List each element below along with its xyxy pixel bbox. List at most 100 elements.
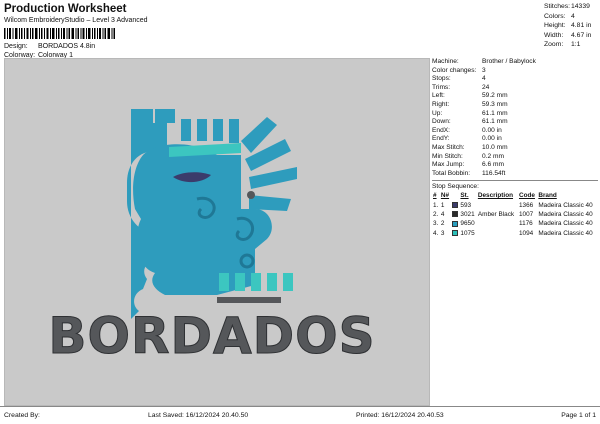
info-up: Up: 61.1 mm: [432, 110, 598, 119]
col-code: Code: [518, 192, 535, 200]
info-label: Stops:: [432, 75, 451, 83]
cell-stitches: 3021: [460, 210, 475, 218]
tooth-3: [251, 273, 261, 291]
chin-bar: [217, 297, 281, 303]
page-number: Page 1 of 1: [561, 412, 596, 419]
info-value: 61.1 mm: [482, 109, 508, 117]
feather-3: [213, 119, 223, 141]
feather-8: [249, 195, 291, 211]
last-saved: Last Saved: 16/12/2024 20.40.50: [148, 412, 249, 419]
cell-description: Amber Black: [477, 210, 515, 218]
cell-num: 3.: [433, 220, 439, 228]
col-swatch: [451, 191, 460, 200]
cell-description: [477, 228, 518, 237]
info-label: Min Stitch:: [432, 152, 463, 160]
machine-info-panel: Machine: Brother / Babylock Color changes…: [432, 58, 598, 238]
info-color-changes: Color changes: 3: [432, 67, 598, 76]
info-label: Max Stitch:: [432, 143, 465, 151]
info-value: 59.2 mm: [482, 92, 508, 100]
info-label: Machine:: [432, 58, 459, 65]
cell-code: 1094: [518, 229, 534, 237]
cell-needle: 4: [440, 210, 445, 218]
info-label: Max Jump:: [432, 161, 465, 169]
design-row: Design: BORDADOS 4.8in: [4, 43, 95, 50]
divider: [432, 180, 598, 182]
stat-value: 4: [571, 12, 575, 20]
info-label: Trims:: [432, 83, 451, 91]
cell-brand: Madeira Classic 40: [538, 201, 593, 209]
info-machine: Machine: Brother / Babylock: [432, 58, 598, 67]
info-total-bobbin: Total Bobbin: 116.54ft: [432, 170, 598, 179]
info-value: 24: [482, 83, 490, 91]
tooth-5: [283, 273, 293, 291]
info-label: Color changes:: [432, 66, 477, 74]
color-swatch: [451, 211, 458, 218]
info-stops: Stops: 4: [432, 75, 598, 84]
info-value: 116.54ft: [482, 169, 506, 177]
col-needle: N#: [440, 192, 450, 200]
feather-1: [181, 119, 191, 141]
stat-zoom: Zoom: 1:1: [544, 40, 600, 50]
stat-value: 4.81 in: [571, 22, 592, 30]
table-header-row: # N# St. Description Code Brand: [432, 191, 598, 200]
cell-swatch: [451, 228, 460, 237]
tooth-2: [235, 273, 245, 291]
mayan-head-icon: [127, 109, 297, 319]
cell-stitches: 9650: [460, 220, 475, 228]
table-row: 1. 1 593 1366 Madeira Classic 40: [432, 200, 598, 209]
feather-2: [197, 119, 207, 141]
cell-brand: Madeira Classic 40: [538, 220, 593, 228]
cell-stitches: 1075: [460, 229, 475, 237]
color-swatch: [451, 229, 458, 236]
cell-swatch: [451, 219, 460, 228]
info-label: EndY:: [432, 135, 450, 143]
embroidery-artwork: BORDADOS: [48, 109, 375, 366]
created-by: Created By:: [4, 412, 40, 419]
info-endy: EndY: 0.00 in: [432, 135, 598, 144]
tooth-1: [219, 273, 229, 291]
cell-description: [477, 200, 518, 209]
info-value: 59.3 mm: [482, 100, 508, 108]
cell-code: 1176: [518, 220, 533, 228]
info-max-stitch: Max Stitch: 10.0 mm: [432, 144, 598, 153]
design-label: Design:: [4, 43, 28, 50]
stat-width: Width: 4.67 in: [544, 31, 600, 41]
cell-description: [477, 219, 518, 228]
info-label: Right:: [432, 100, 450, 108]
info-endx: EndX: 0.00 in: [432, 127, 598, 136]
design-stats: Stitches:14339 Colors: 4 Height: 4.81 in W…: [544, 2, 600, 50]
software-name: Wilcom EmbroideryStudio – Level 3 Advanc…: [4, 17, 148, 24]
info-value: 61.1 mm: [482, 118, 508, 126]
info-label: Up:: [432, 109, 443, 117]
table-row: 4. 3 1075 1094 Madeira Classic 40: [432, 228, 598, 237]
info-value: 0.00 in: [482, 135, 502, 143]
cell-brand: Madeira Classic 40: [538, 210, 593, 218]
cell-needle: 3: [440, 229, 445, 237]
feather-7: [249, 167, 297, 189]
stat-label: Height:: [544, 22, 566, 30]
info-value: 6.6 mm: [482, 161, 504, 169]
table-row: 3. 2 9650 1176 Madeira Classic 40: [432, 219, 598, 228]
col-stitches: St.: [460, 192, 469, 200]
cell-code: 1007: [518, 210, 534, 218]
worksheet-header: Production Worksheet Wilcom EmbroiderySt…: [0, 0, 600, 59]
info-down: Down: 61.1 mm: [432, 118, 598, 127]
stop-sequence-title: Stop Sequence:: [432, 183, 479, 191]
design-text: BORDADOS: [48, 307, 375, 365]
printed-date: Printed: 16/12/2024 20.40.53: [356, 412, 444, 419]
cell-num: 1.: [433, 201, 439, 209]
page-title: Production Worksheet: [4, 3, 127, 15]
stat-value: 4.67 in: [571, 31, 592, 39]
stat-label: Zoom:: [544, 41, 564, 49]
design-preview[interactable]: BORDADOS: [4, 58, 430, 406]
cell-swatch: [451, 210, 460, 219]
info-value: Brother / Babylock: [482, 58, 536, 65]
stat-height: Height: 4.81 in: [544, 21, 600, 31]
info-label: Total Bobbin:: [432, 169, 471, 177]
info-value: 0.00 in: [482, 126, 502, 134]
design-value: BORDADOS 4.8in: [37, 43, 96, 50]
info-left: Left: 59.2 mm: [432, 92, 598, 101]
info-right: Right: 59.3 mm: [432, 101, 598, 110]
barcode-icon: [4, 28, 115, 39]
cell-swatch: [451, 200, 460, 209]
